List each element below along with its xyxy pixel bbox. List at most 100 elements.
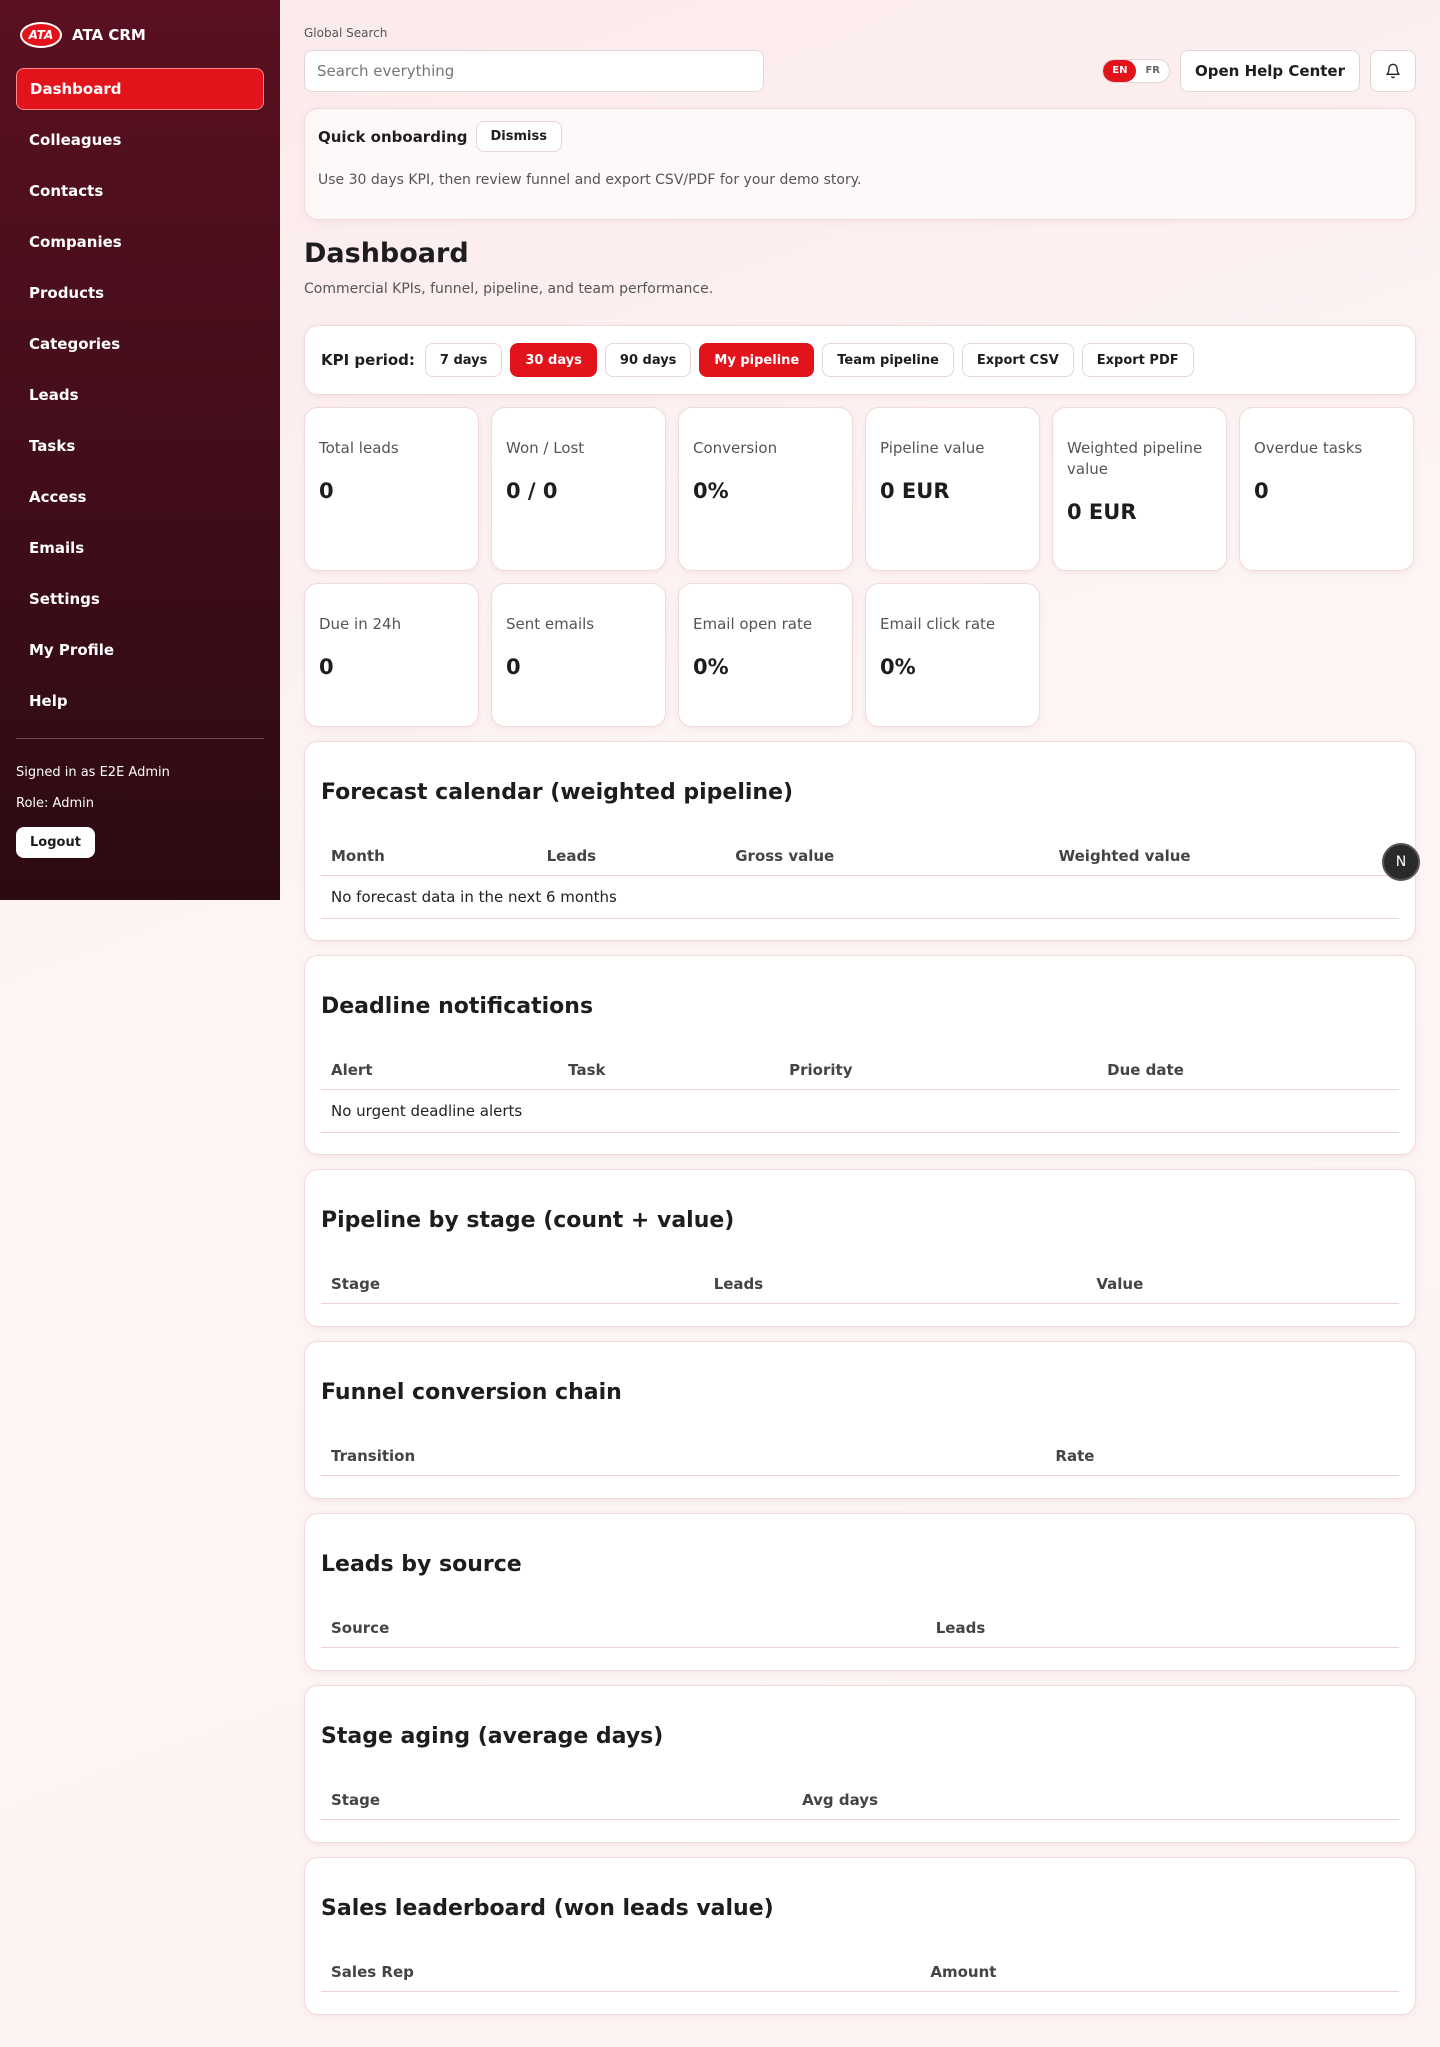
period-30-days-button[interactable]: 30 days bbox=[510, 343, 597, 377]
sidebar-item-tasks[interactable]: Tasks bbox=[16, 425, 264, 467]
table-header: Value bbox=[1086, 1265, 1399, 1304]
sidebar-item-emails[interactable]: Emails bbox=[16, 527, 264, 569]
kpi-value: 0 bbox=[1254, 479, 1269, 503]
kpi-card-overdue-tasks: Overdue tasks 0 bbox=[1239, 407, 1414, 571]
funnel-table: Transition Rate bbox=[321, 1437, 1399, 1476]
topbar: EN FR Open Help Center bbox=[304, 50, 1416, 92]
sidebar-item-help[interactable]: Help bbox=[16, 680, 264, 722]
kpi-grid: Total leads 0 Won / Lost 0 / 0 Conversio… bbox=[304, 407, 1416, 727]
table-header: Stage bbox=[321, 1781, 793, 1820]
kpi-name: Sent emails bbox=[506, 615, 595, 633]
section-title: Forecast calendar (weighted pipeline) bbox=[321, 780, 794, 805]
kpi-value: 0% bbox=[693, 479, 729, 503]
global-search-label: Global Search bbox=[304, 26, 388, 40]
kpi-name: Overdue tasks bbox=[1254, 439, 1363, 457]
table-header: Leads bbox=[925, 1609, 1399, 1648]
period-90-days-button[interactable]: 90 days bbox=[604, 343, 692, 377]
kpi-name: Pipeline value bbox=[880, 439, 985, 457]
sidebar-item-products[interactable]: Products bbox=[16, 272, 264, 314]
table-header: Transition bbox=[321, 1437, 1046, 1476]
page-title: Dashboard bbox=[304, 238, 469, 269]
team-pipeline-button[interactable]: Team pipeline bbox=[822, 343, 954, 377]
sidebar-item-categories[interactable]: Categories bbox=[16, 323, 264, 365]
kpi-card-weighted-pipeline-value: Weighted pipeline value 0 EUR bbox=[1052, 407, 1227, 571]
dismiss-button[interactable]: Dismiss bbox=[475, 121, 562, 152]
kpi-name: Total leads bbox=[319, 439, 399, 457]
pipeline-table: Stage Leads Value bbox=[321, 1265, 1399, 1304]
sidebar-item-my-profile[interactable]: My Profile bbox=[16, 629, 264, 671]
table-header: Rate bbox=[1045, 1437, 1399, 1476]
kpi-card-email-open-rate: Email open rate 0% bbox=[678, 583, 853, 727]
table-header: Alert bbox=[321, 1051, 559, 1090]
section-title: Stage aging (average days) bbox=[321, 1724, 664, 1749]
sidebar-item-colleagues[interactable]: Colleagues bbox=[16, 119, 264, 161]
lang-fr[interactable]: FR bbox=[1136, 60, 1169, 82]
signed-in-text: Signed in as E2E Admin bbox=[16, 765, 170, 780]
sidebar-item-companies[interactable]: Companies bbox=[16, 221, 264, 263]
kpi-period-label: KPI period: bbox=[321, 351, 415, 369]
kpi-name: Due in 24h bbox=[319, 615, 402, 633]
sidebar-item-leads[interactable]: Leads bbox=[16, 374, 264, 416]
kpi-card-conversion: Conversion 0% bbox=[678, 407, 853, 571]
kpi-value: 0 bbox=[319, 655, 334, 679]
kpi-name: Weighted pipeline value bbox=[1067, 439, 1203, 478]
table-header: Sales Rep bbox=[321, 1953, 921, 1992]
sidebar: ATA ATA CRM Dashboard Colleagues Contact… bbox=[0, 0, 280, 900]
sidebar-nav: Dashboard Colleagues Contacts Companies … bbox=[16, 68, 264, 722]
leaderboard-table: Sales Rep Amount bbox=[321, 1953, 1399, 1992]
notifications-button[interactable] bbox=[1370, 50, 1416, 92]
sidebar-divider bbox=[16, 738, 264, 739]
table-header: Avg days bbox=[792, 1781, 1399, 1820]
table-row: No urgent deadline alerts bbox=[321, 1089, 1399, 1133]
period-7-days-button[interactable]: 7 days bbox=[424, 343, 503, 377]
export-csv-button[interactable]: Export CSV bbox=[961, 343, 1074, 377]
deadline-section: Deadline notifications Alert Task Priori… bbox=[304, 955, 1416, 1155]
section-title: Pipeline by stage (count + value) bbox=[321, 1208, 735, 1233]
kpi-card-due-in-24h: Due in 24h 0 bbox=[304, 583, 479, 727]
empty-state: No urgent deadline alerts bbox=[321, 1089, 1399, 1133]
table-header: Stage bbox=[321, 1265, 704, 1304]
table-header: Due date bbox=[1097, 1051, 1399, 1090]
kpi-value: 0 EUR bbox=[880, 479, 950, 503]
global-search-input[interactable] bbox=[304, 50, 764, 92]
kpi-card-total-leads: Total leads 0 bbox=[304, 407, 479, 571]
sidebar-item-settings[interactable]: Settings bbox=[16, 578, 264, 620]
sidebar-item-contacts[interactable]: Contacts bbox=[16, 170, 264, 212]
kpi-card-sent-emails: Sent emails 0 bbox=[491, 583, 666, 727]
kpi-card-won-lost: Won / Lost 0 / 0 bbox=[491, 407, 666, 571]
kpi-name: Email open rate bbox=[693, 615, 813, 633]
brand[interactable]: ATA ATA CRM bbox=[20, 22, 260, 48]
ata-logo-icon: ATA bbox=[20, 22, 62, 48]
kpi-value: 0 / 0 bbox=[506, 479, 558, 503]
table-header: Task bbox=[558, 1051, 780, 1090]
export-pdf-button[interactable]: Export PDF bbox=[1081, 343, 1194, 377]
sources-section: Leads by source Source Leads bbox=[304, 1513, 1416, 1671]
aging-section: Stage aging (average days) Stage Avg day… bbox=[304, 1685, 1416, 1843]
lang-en[interactable]: EN bbox=[1103, 60, 1137, 82]
aging-table: Stage Avg days bbox=[321, 1781, 1399, 1820]
language-toggle: EN FR bbox=[1102, 59, 1170, 83]
sidebar-item-access[interactable]: Access bbox=[16, 476, 264, 518]
top-actions: EN FR Open Help Center bbox=[1102, 50, 1416, 92]
forecast-section: Forecast calendar (weighted pipeline) Mo… bbox=[304, 741, 1416, 941]
open-help-center-button[interactable]: Open Help Center bbox=[1180, 50, 1360, 92]
table-header: Priority bbox=[779, 1051, 1098, 1090]
table-header: Weighted value bbox=[1048, 837, 1399, 876]
kpi-name: Conversion bbox=[693, 439, 778, 457]
table-header: Month bbox=[321, 837, 537, 876]
empty-state: No forecast data in the next 6 months bbox=[321, 875, 1399, 919]
brand-name: ATA CRM bbox=[72, 26, 146, 44]
logout-button[interactable]: Logout bbox=[16, 827, 95, 858]
main-content: Global Search EN FR Open Help Center Qui… bbox=[304, 0, 1416, 2015]
onboarding-title: Quick onboarding bbox=[318, 127, 468, 146]
section-title: Deadline notifications bbox=[321, 994, 594, 1019]
kpi-value: 0 bbox=[506, 655, 521, 679]
kpi-value: 0 EUR bbox=[1067, 500, 1137, 524]
section-title: Sales leaderboard (won leads value) bbox=[321, 1896, 774, 1921]
floating-n-badge[interactable]: N bbox=[1382, 843, 1420, 881]
pipeline-section: Pipeline by stage (count + value) Stage … bbox=[304, 1169, 1416, 1327]
my-pipeline-button[interactable]: My pipeline bbox=[699, 343, 815, 377]
kpi-value: 0 bbox=[319, 479, 334, 503]
table-header: Gross value bbox=[725, 837, 1049, 876]
sidebar-item-dashboard[interactable]: Dashboard bbox=[16, 68, 264, 110]
